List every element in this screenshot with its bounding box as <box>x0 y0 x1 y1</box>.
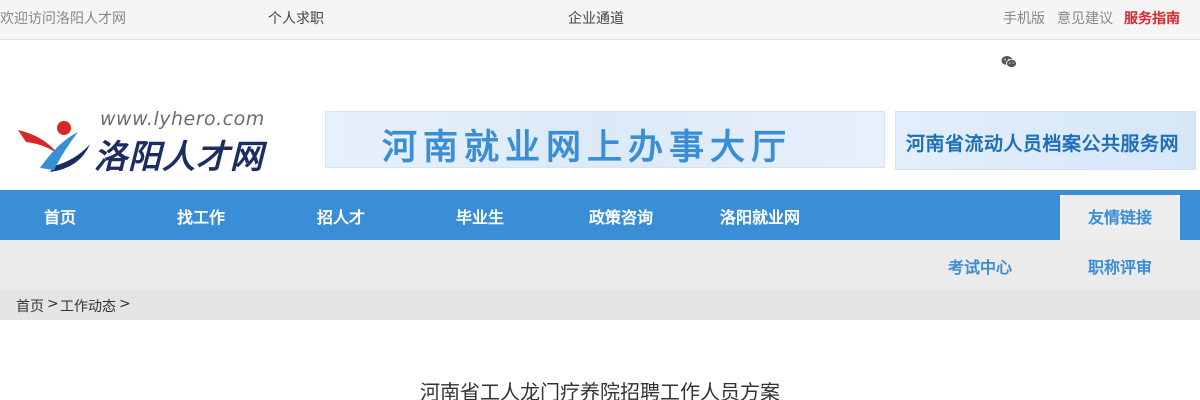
breadcrumb-separator: > <box>47 296 59 312</box>
breadcrumb: 首页 > 工作动态 > <box>0 290 1200 320</box>
logo-url: www.lyhero.com <box>100 108 265 130</box>
breadcrumb-home[interactable]: 首页 <box>16 296 44 316</box>
nav-item-luoyang-employment[interactable]: 洛阳就业网 <box>720 204 800 228</box>
banner-hall-text: 河南就业网上办事大厅 <box>382 128 793 168</box>
nav-item-graduates[interactable]: 毕业生 <box>456 204 504 228</box>
welcome-text: 欢迎访问洛阳人才网 <box>0 11 126 27</box>
nav-item-recruit[interactable]: 招人才 <box>317 204 365 228</box>
nav-item-home[interactable]: 首页 <box>44 204 76 228</box>
mobile-version-link[interactable]: 手机版 <box>1003 10 1045 28</box>
article-title: 河南省工人龙门疗养院招聘工作人员方案 <box>420 380 780 400</box>
nav-item-friend-links[interactable]: 友情链接 <box>1060 195 1180 240</box>
henan-employment-hall-banner[interactable]: 河南就业网上办事大厅 <box>325 111 885 168</box>
company-channel-link[interactable]: 企业通道 <box>568 10 624 28</box>
banner-archives-text: 河南省流动人员档案公共服务网 <box>906 133 1180 155</box>
archives-service-banner[interactable]: 河南省流动人员档案公共服务网 <box>895 111 1196 170</box>
feedback-link[interactable]: 意见建议 <box>1057 10 1113 28</box>
subnav-title-review[interactable]: 职称评审 <box>1088 254 1152 278</box>
top-bar: 欢迎访问洛阳人才网 个人求职 企业通道 手机版 意见建议 服务指南 <box>0 0 1200 40</box>
wechat-icon[interactable] <box>1001 55 1017 69</box>
nav-item-policy[interactable]: 政策咨询 <box>589 204 653 228</box>
subnav-exam-center[interactable]: 考试中心 <box>948 254 1012 278</box>
personal-job-link[interactable]: 个人求职 <box>268 10 324 28</box>
nav-item-find-job[interactable]: 找工作 <box>177 204 225 228</box>
main-nav: 首页 找工作 招人才 毕业生 政策咨询 洛阳就业网 <box>0 190 1200 240</box>
breadcrumb-separator: > <box>119 296 131 312</box>
sub-nav: 考试中心 职称评审 <box>0 240 1200 290</box>
breadcrumb-work-news[interactable]: 工作动态 <box>60 296 116 316</box>
logo-mark-icon <box>18 121 90 172</box>
site-logo[interactable]: www.lyhero.com 洛阳人才网 <box>14 108 274 176</box>
nav-friend-links-label: 友情链接 <box>1088 208 1153 227</box>
logo-name: 洛阳人才网 <box>94 137 264 176</box>
service-guide-link[interactable]: 服务指南 <box>1124 10 1180 28</box>
